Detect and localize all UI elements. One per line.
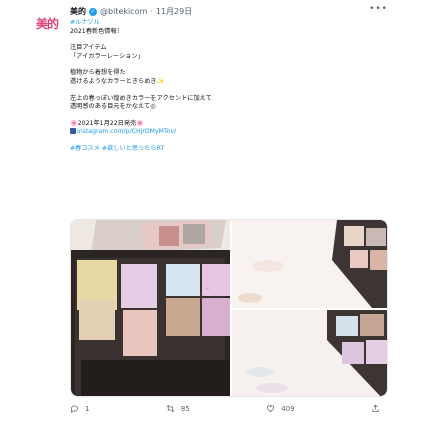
display-name[interactable]: 美的 [70, 6, 86, 17]
closeup-photo-graphic [232, 310, 387, 396]
tweet-line: 「アイカラーレーション」 [70, 52, 144, 60]
tweet-line: 注目アイテム [70, 44, 107, 52]
tweet-line: 透けるようなカラーときらめき [70, 77, 157, 85]
more-options-icon[interactable]: ••• [369, 4, 388, 14]
instagram-icon [70, 128, 76, 135]
tweet-line: 2021春新色情報！ [70, 27, 123, 35]
release-date: 2021年1月22日発売 [77, 119, 137, 127]
instagram-link-text[interactable]: instagram.com/p/CHjrDMyMTov/ [77, 128, 176, 135]
tweet-header: 美的 ✓ @bitekicom · 11月29日 [70, 6, 192, 17]
tweet: 美的 美的 ✓ @bitekicom · 11月29日 ••• #ルナソル 20… [0, 0, 424, 424]
tweet-line: 透明感のある目元をかなえて◎ [70, 103, 156, 111]
tweet-text: #ルナソル 2021春新色情報！ 注目アイテム 「アイカラーレーション」 植物か… [70, 19, 390, 154]
tweet-line-with-sparkle: 透けるようなカラーときらめき✨ [70, 78, 390, 87]
photo-swatches[interactable] [230, 220, 387, 309]
tweet-actions: 1 85 409 [70, 404, 380, 413]
verified-badge-icon: ✓ [89, 7, 97, 16]
tweet-line: 植物から着想を得た [70, 69, 126, 77]
tweet-date[interactable]: 11月29日 [156, 6, 192, 17]
handle[interactable]: @bitekicom [100, 7, 147, 16]
reply-button[interactable]: 1 [70, 404, 89, 413]
svg-text:~: ~ [206, 286, 209, 291]
swatches-photo-graphic [232, 220, 387, 308]
flower-icon: 🌸 [136, 119, 144, 127]
separator: · [150, 7, 153, 16]
tweet-line: 左上の春っぽい煌めきカラーをアクセントに加えて [70, 94, 212, 102]
heart-icon [267, 405, 275, 412]
photo-swatches-closeup[interactable] [230, 309, 387, 396]
instagram-link[interactable]: instagram.com/p/CHjrDMyMTov/ [70, 128, 390, 137]
reply-icon [71, 405, 78, 413]
like-button[interactable]: 409 [266, 404, 295, 413]
retweet-button[interactable]: 85 [166, 404, 190, 413]
photo-palette-main[interactable]: ~ [71, 220, 230, 396]
retweet-count: 85 [180, 404, 190, 413]
retweet-icon [166, 404, 175, 413]
avatar-logo-text: 美的 [35, 16, 59, 31]
share-icon [372, 404, 379, 412]
sparkle-icon: ✨ [156, 77, 165, 85]
reply-count: 1 [85, 404, 90, 413]
palette-photo-graphic: ~ [71, 220, 230, 396]
hashtag-lunasol[interactable]: #ルナソル [70, 19, 390, 28]
avatar[interactable]: 美的 [32, 8, 62, 38]
flower-icon: 🌸 [70, 119, 78, 127]
hashtags[interactable]: #春コスメ #欲しいと思ったらRT [70, 145, 390, 154]
like-count: 409 [281, 404, 295, 413]
release-date-line: 🌸2021年1月22日発売🌸 [70, 120, 390, 129]
share-button[interactable] [371, 404, 380, 413]
photo-grid: ~ [70, 219, 388, 397]
